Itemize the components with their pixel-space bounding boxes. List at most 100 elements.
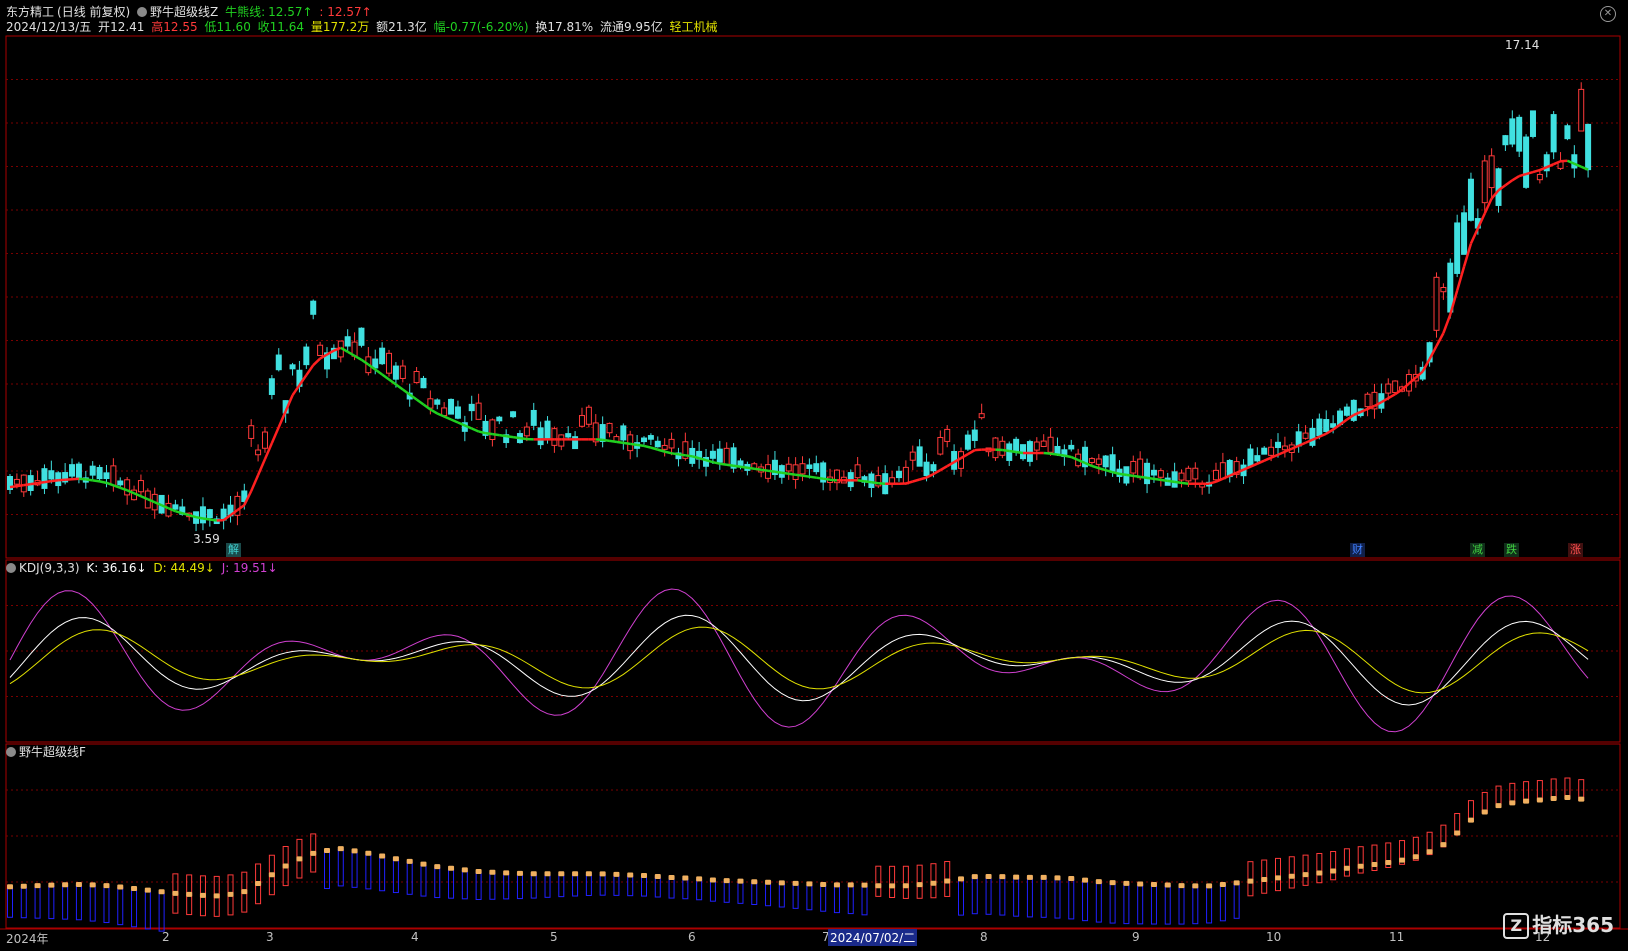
- marker-zhang[interactable]: 涨: [1568, 543, 1583, 557]
- bull-bear-segment: [443, 415, 452, 421]
- yeniu-bar: [516, 873, 523, 900]
- close-icon[interactable]: ✕: [1600, 6, 1616, 22]
- yeniu-marker: [613, 871, 620, 877]
- bull-bear-segment: [1160, 478, 1168, 483]
- bull-bear-segment: [270, 426, 280, 444]
- bull-bear-segment: [671, 452, 679, 456]
- yeniu-marker: [172, 890, 179, 896]
- yeniu-marker: [1481, 809, 1488, 815]
- candle-body: [1254, 455, 1261, 462]
- yeniu-bar: [337, 848, 344, 887]
- yeniu-marker: [654, 874, 661, 880]
- yeniu-bar: [1357, 846, 1364, 874]
- yeniu-marker: [1068, 876, 1075, 882]
- lower-dot-icon[interactable]: [6, 747, 16, 757]
- bull-bear-segment: [1098, 467, 1107, 472]
- chart-canvas[interactable]: [0, 0, 1628, 951]
- candle-body: [1481, 160, 1488, 204]
- candle-body: [978, 413, 985, 419]
- quote-date: 2024/12/13/五: [6, 20, 92, 34]
- indicator-name[interactable]: 野牛超级线Z: [150, 5, 218, 19]
- candle-body: [544, 420, 551, 440]
- bull-bear-segment: [685, 454, 693, 458]
- bull-bear-segment: [353, 354, 363, 361]
- yeniu-marker: [503, 870, 510, 876]
- yeniu-marker: [861, 882, 868, 888]
- yeniu-bar: [1123, 883, 1130, 925]
- kdj-dot-icon[interactable]: [6, 563, 16, 573]
- low-label: 低: [204, 20, 217, 34]
- bull-bear-segment: [44, 479, 52, 484]
- bull-bear-segment: [1112, 470, 1120, 476]
- bull-bear-segment: [939, 465, 948, 472]
- yeniu-bar: [1275, 857, 1281, 892]
- yeniu-bar: [847, 884, 854, 915]
- candle-body: [1578, 88, 1585, 132]
- bull-bear-segment: [788, 472, 796, 476]
- candle-body: [1033, 441, 1040, 451]
- yeniu-bar: [958, 878, 964, 916]
- yeniu-marker: [999, 874, 1006, 880]
- candle-body: [868, 473, 875, 488]
- candle-body: [964, 434, 971, 450]
- marker-cai[interactable]: 财: [1350, 543, 1365, 557]
- logo-z-icon: Z: [1503, 913, 1530, 939]
- yeniu-marker: [1095, 879, 1102, 885]
- candle-body: [1509, 118, 1516, 145]
- yeniu-marker: [1536, 797, 1543, 803]
- grid-lines: [0, 35, 1628, 930]
- candle-body: [20, 474, 27, 493]
- candle-body: [606, 422, 613, 434]
- kdj-header: KDJ(9,3,3) K: 36.16↓ D: 44.49↓ J: 19.51↓: [6, 560, 281, 576]
- yeniu-marker: [1013, 874, 1020, 880]
- x-label-8: 8: [980, 930, 988, 944]
- yeniu-bar: [999, 876, 1006, 916]
- lower-title[interactable]: 野牛超级线F: [19, 745, 86, 759]
- candle-body: [137, 480, 144, 493]
- marker-jian[interactable]: 减: [1470, 543, 1485, 557]
- yeniu-marker: [875, 883, 882, 889]
- yeniu-bar: [668, 877, 675, 899]
- bull-bear-segment: [519, 436, 528, 441]
- x-label-9: 9: [1132, 930, 1140, 944]
- marker-jie[interactable]: 解: [226, 543, 241, 557]
- bull-bear-segment: [974, 448, 982, 452]
- bull-bear-segment: [402, 388, 411, 396]
- max-price-label: 17.14: [1505, 38, 1540, 52]
- indicator-dot-icon[interactable]: [137, 7, 148, 17]
- float-value: 9.95亿: [623, 20, 663, 34]
- yeniu-marker: [434, 864, 441, 870]
- yeniu-marker: [806, 881, 813, 887]
- yeniu-bar: [572, 873, 579, 897]
- candle-body: [317, 344, 324, 356]
- candle-body: [1516, 116, 1523, 152]
- bull-bear-segment: [1469, 227, 1479, 244]
- bull-bear-segment: [760, 468, 769, 472]
- yeniu-marker: [48, 882, 55, 888]
- candle-body: [578, 415, 585, 427]
- stock-name[interactable]: 东方精工: [6, 5, 54, 19]
- candle-body: [1454, 222, 1461, 274]
- candle-body: [1571, 154, 1578, 169]
- candle-body: [1564, 125, 1571, 140]
- yeniu-marker: [186, 891, 193, 897]
- yeniu-bar: [406, 861, 413, 895]
- yeniu-bars: [7, 777, 1585, 932]
- yeniu-marker: [889, 883, 896, 889]
- candle-body: [668, 438, 675, 449]
- candle-body: [124, 479, 131, 496]
- yeniu-bar: [34, 885, 41, 919]
- yeniu-bar: [1082, 880, 1089, 922]
- yeniu-marker: [475, 869, 482, 875]
- yeniu-bar: [1302, 854, 1309, 886]
- candle-body: [647, 435, 654, 440]
- yeniu-marker: [1454, 830, 1461, 836]
- yeniu-marker: [351, 848, 358, 854]
- yeniu-bar: [1206, 885, 1213, 924]
- marker-die[interactable]: 跌: [1504, 543, 1519, 557]
- candle-body: [930, 464, 937, 472]
- yeniu-bar: [158, 891, 165, 932]
- sector-name[interactable]: 轻工机械: [670, 20, 718, 34]
- kdj-title[interactable]: KDJ(9,3,3): [19, 561, 80, 575]
- yeniu-marker: [1357, 863, 1364, 869]
